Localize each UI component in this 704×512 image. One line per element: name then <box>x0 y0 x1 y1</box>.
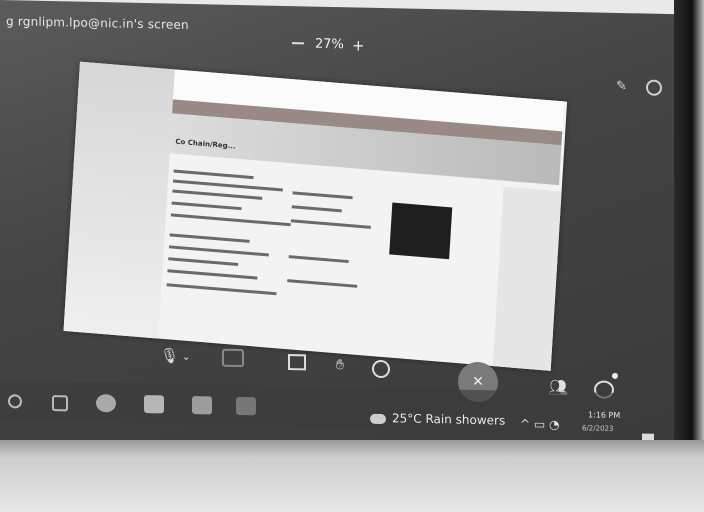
end-call-icon: ✕ <box>472 373 484 391</box>
settings-icon[interactable] <box>646 79 662 96</box>
text-line <box>166 283 277 296</box>
text-line <box>287 279 358 288</box>
store-icon[interactable] <box>192 396 212 415</box>
mic-options-caret[interactable]: ⌄ <box>182 352 190 363</box>
text-line <box>170 213 291 227</box>
text-line <box>291 205 342 213</box>
shared-dark-menu <box>389 202 453 260</box>
share-title: g rgnlipm.lpo@nic.in's screen <box>6 14 189 32</box>
explorer-icon[interactable] <box>144 395 164 414</box>
reactions-icon[interactable] <box>372 359 390 379</box>
text-line <box>288 255 349 264</box>
text-line <box>167 269 258 280</box>
clock-date[interactable]: 6/2/2023 <box>582 424 613 433</box>
video-icon[interactable] <box>222 348 244 368</box>
shared-left-background <box>63 61 175 339</box>
text-line <box>172 189 263 200</box>
photographed-monitor: g rgnlipm.lpo@nic.in's screen 27% + ✎ Co… <box>0 0 704 512</box>
search-icon[interactable] <box>8 394 22 409</box>
mic-icon[interactable]: 🎙︎ <box>160 346 179 364</box>
task-view-icon[interactable] <box>52 395 68 412</box>
shared-screen-content: Co Chain/Reg... <box>63 61 568 371</box>
text-line <box>169 233 250 243</box>
meeting-screen: g rgnlipm.lpo@nic.in's screen 27% + ✎ Co… <box>0 0 690 455</box>
chat-notification-dot <box>612 372 618 379</box>
zoom-in-button[interactable]: + <box>352 36 365 54</box>
share-screen-icon[interactable] <box>288 354 306 371</box>
zoom-out-button[interactable] <box>292 42 304 45</box>
text-line <box>292 191 353 200</box>
text-line <box>171 201 242 211</box>
system-tray[interactable]: ^ ▭ ◔ <box>520 417 560 432</box>
monitor-bezel <box>674 0 704 470</box>
clock-time[interactable]: 1:16 PM <box>588 410 620 420</box>
text-line <box>168 245 269 257</box>
shared-right-background <box>492 186 562 371</box>
text-line <box>168 257 239 267</box>
weather-icon[interactable] <box>370 413 386 425</box>
weather-text[interactable]: 25°C Rain showers <box>392 411 505 427</box>
raise-hand-icon[interactable]: ✋︎ <box>336 357 344 373</box>
text-line <box>172 179 283 192</box>
text-line <box>290 219 371 229</box>
zoom-level: 27% <box>315 36 344 53</box>
taskbar-app-icon[interactable] <box>236 396 256 416</box>
monitor-bottom-edge <box>0 440 704 512</box>
pin-icon[interactable]: ✎ <box>616 79 627 94</box>
text-line <box>173 169 254 180</box>
edge-icon[interactable] <box>96 394 116 413</box>
